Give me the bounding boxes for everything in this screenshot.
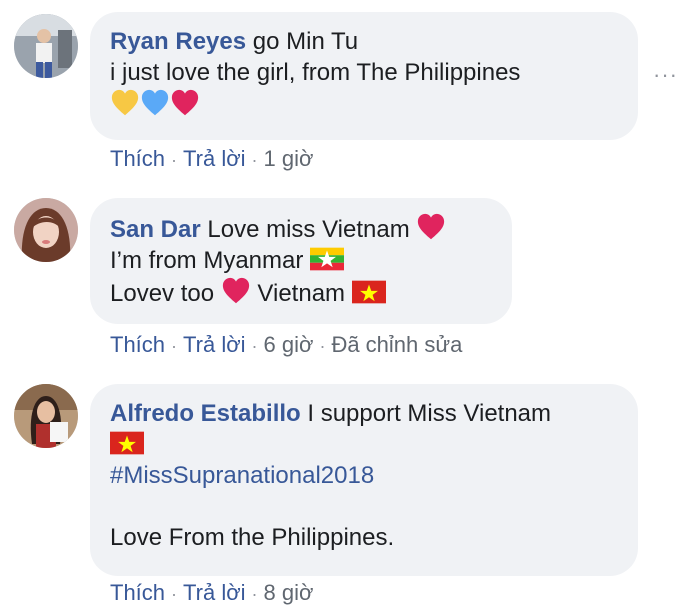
separator: · [251,336,258,356]
comment-text: Lovev too [110,280,215,307]
separator: · [251,584,258,604]
comment-author[interactable]: San Dar [110,216,201,243]
comment-first-line: Alfredo Estabillo I support Miss Vietnam [110,398,618,429]
avatar[interactable] [14,384,78,448]
comment-first-line: Ryan Reyes go Min Tu [110,26,618,57]
hashtag-link[interactable]: #MissSupranational2018 [110,460,618,491]
comment-text: Love From the Philippines. [110,524,395,551]
comment-first-line: San Dar Love miss Vietnam [110,212,492,245]
avatar-photo [14,384,78,448]
comment-actions: Thích · Trả lời · 6 giờ · Đã chỉnh sửa [110,332,462,358]
comment-text: go Min Tu [252,28,359,55]
separator: · [171,150,178,170]
comment-text: Love miss Vietnam [207,216,410,243]
red-heart-icon [171,89,199,116]
emoji-row [110,88,618,121]
comment-timestamp[interactable]: 6 giờ [264,332,314,357]
avatar-photo [14,14,78,78]
like-link[interactable]: Thích [110,332,165,357]
comment-author[interactable]: Ryan Reyes [110,28,246,55]
comment-bubble: Alfredo Estabillo I support Miss Vietnam… [90,384,638,576]
like-link[interactable]: Thích [110,580,165,605]
comment-san-dar: San Dar Love miss Vietnam I’m from Myanm… [0,186,686,366]
comment-actions: Thích · Trả lời · 8 giờ [110,580,313,606]
red-heart-icon [222,277,249,304]
comment-text: I’m from Myanmar [110,247,304,274]
reply-link[interactable]: Trả lời [183,146,246,171]
reply-link[interactable]: Trả lời [183,332,246,357]
vietnam-flag-icon [351,280,386,304]
myanmar-flag-icon [310,247,345,271]
comment-text: i just love the girl, from The Philippin… [110,59,521,86]
comment-author[interactable]: Alfredo Estabillo [110,400,301,427]
separator: · [171,336,178,356]
comment-timestamp[interactable]: 8 giờ [264,580,314,605]
edited-label[interactable]: Đã chỉnh sửa [331,332,462,357]
like-link[interactable]: Thích [110,146,165,171]
comment-bubble: Ryan Reyes go Min Tu i just love the gir… [90,12,638,140]
reply-link[interactable]: Trả lời [183,580,246,605]
comment-actions: Thích · Trả lời · 1 giờ [110,146,313,172]
yellow-heart-icon [111,89,139,116]
separator: · [251,150,258,170]
comment-bubble: San Dar Love miss Vietnam I’m from Myanm… [90,198,512,324]
vietnam-flag-icon [110,431,144,455]
blue-heart-icon [141,89,169,116]
separator: · [171,584,178,604]
comment-timestamp[interactable]: 1 giờ [264,146,314,171]
separator: · [319,336,326,356]
red-heart-icon [418,213,445,240]
avatar[interactable] [14,198,78,262]
comment-text: I support Miss Vietnam [307,400,552,427]
avatar[interactable] [14,14,78,78]
comment-line: Lovev too Vietnam [110,276,492,309]
comment-ryan-reyes: Ryan Reyes go Min Tu i just love the gir… [0,0,686,180]
comment-text: Vietnam [257,280,346,307]
avatar-photo [14,198,78,262]
comment-line: I’m from Myanmar [110,245,492,276]
comment-alfredo-estabillo: Alfredo Estabillo I support Miss Vietnam… [0,372,686,614]
comment-line [110,429,618,460]
more-options-icon[interactable]: ··· [653,62,678,88]
